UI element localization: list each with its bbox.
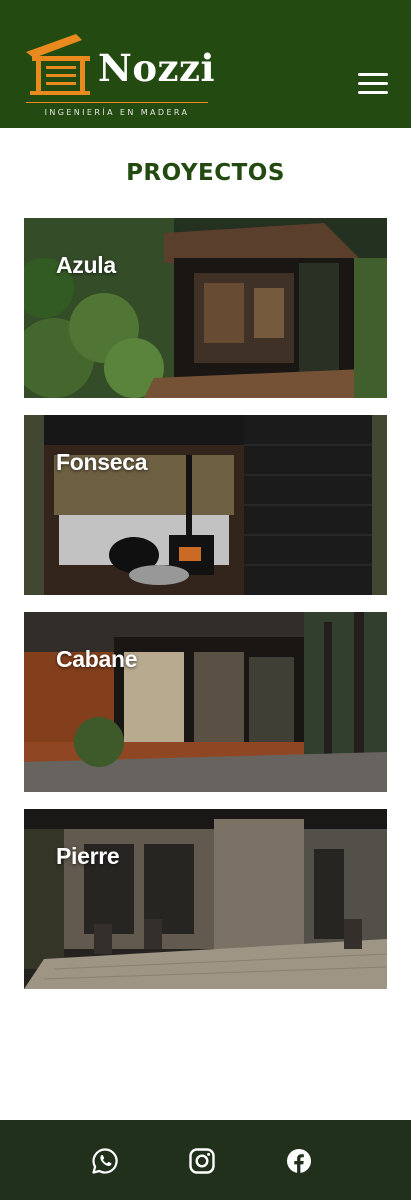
project-card-azula[interactable]: Azula [24,218,387,398]
brand-logo[interactable]: Nozzi INGENIERÍA EN MADERA [24,32,215,120]
brand-divider [26,102,208,103]
whatsapp-icon[interactable] [91,1147,119,1175]
project-photo [24,415,387,595]
page-title: PROYECTOS [126,160,285,186]
project-card-cabane[interactable]: Cabane [24,612,387,792]
project-photo [24,218,387,398]
project-title: Fonseca [56,449,148,475]
project-title: Pierre [56,843,120,869]
house-frame-icon [26,34,90,95]
site-header: Nozzi INGENIERÍA EN MADERA [0,0,411,128]
project-photo [24,809,387,989]
hamburger-menu-icon[interactable] [356,71,390,97]
brand-name: Nozzi [98,46,216,90]
brand-tagline: INGENIERÍA EN MADERA [44,108,190,117]
project-card-pierre[interactable]: Pierre [24,809,387,989]
project-title: Azula [56,252,116,278]
instagram-icon[interactable] [188,1147,216,1175]
site-footer [0,1120,411,1200]
facebook-icon[interactable] [285,1147,313,1175]
project-photo [24,612,387,792]
project-title: Cabane [56,646,138,672]
project-card-fonseca[interactable]: Fonseca [24,415,387,595]
